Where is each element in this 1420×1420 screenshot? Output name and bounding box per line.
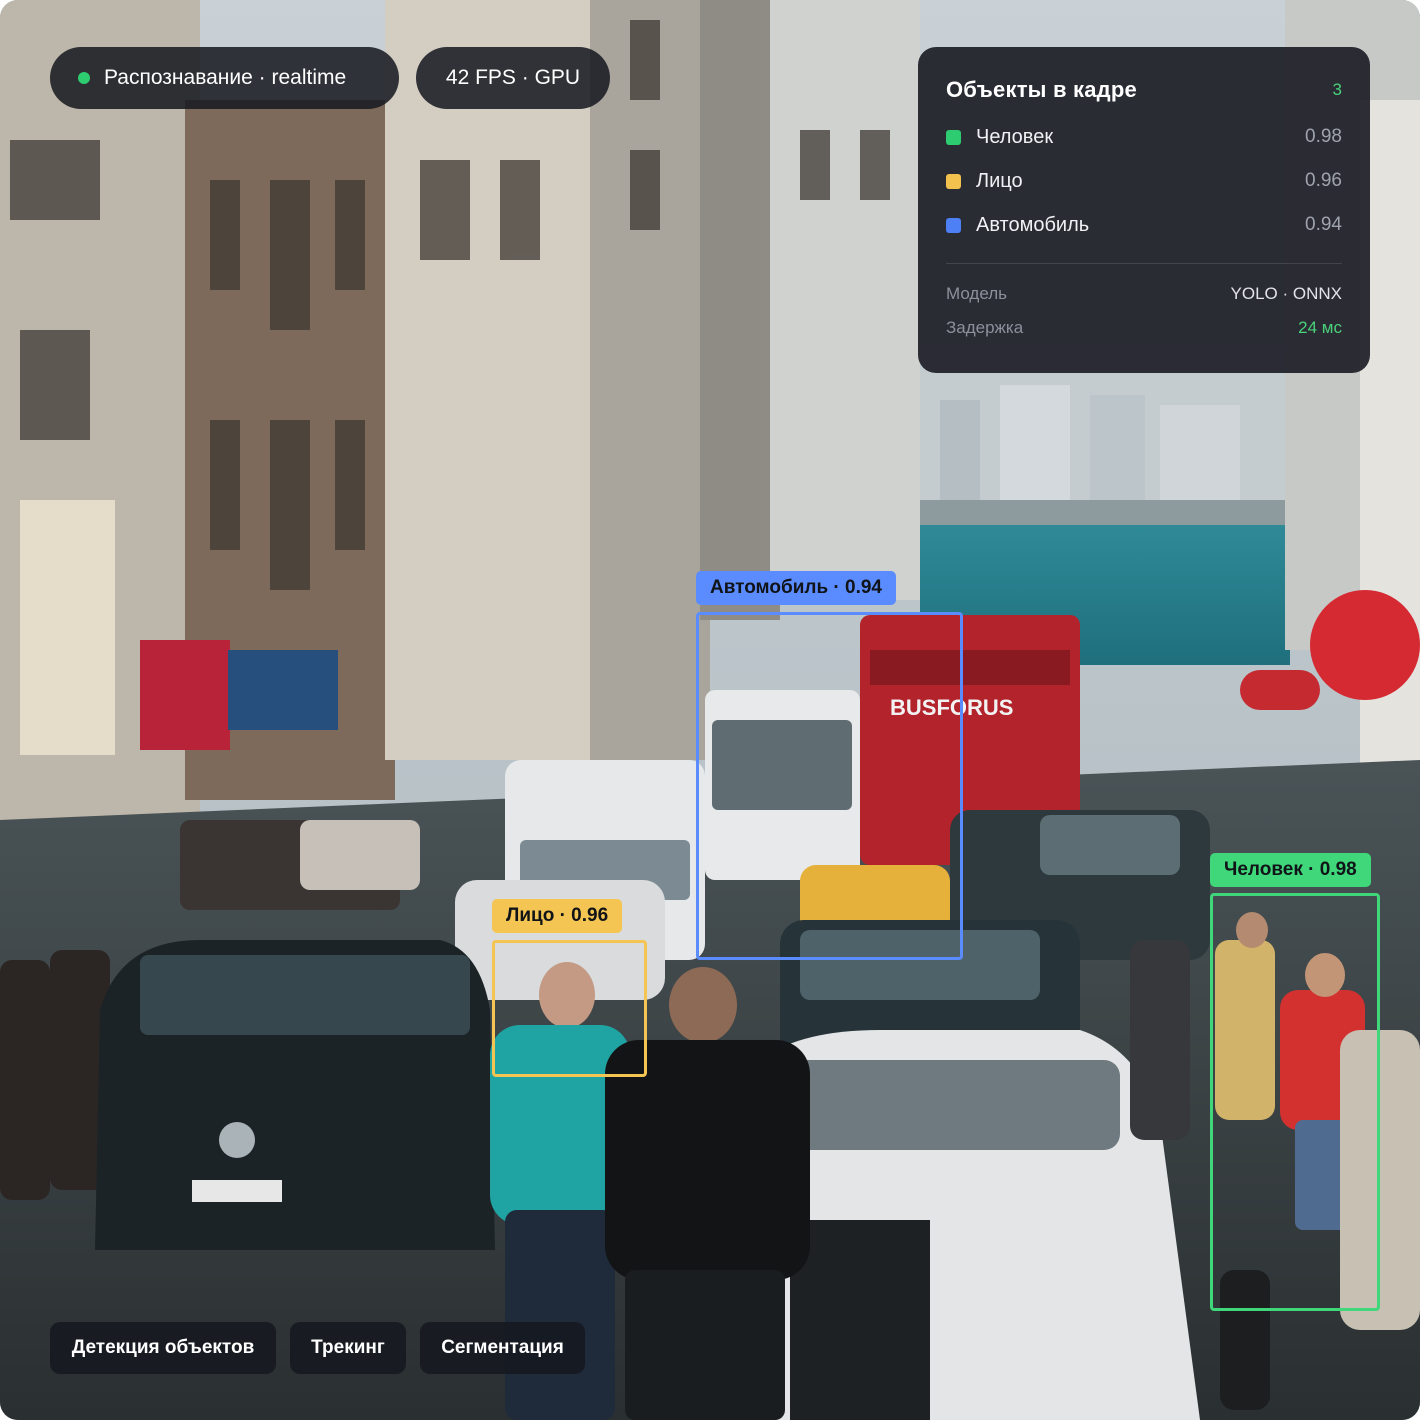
object-score: 0.96: [1305, 170, 1342, 191]
latency-row: Задержка 24 мс: [946, 318, 1342, 352]
model-label: Модель: [946, 284, 1008, 303]
panel-divider: [946, 263, 1342, 264]
recognition-mode-label: Распознавание · realtime: [104, 66, 347, 89]
latency-label: Задержка: [946, 318, 1024, 337]
object-label: Лицо: [976, 169, 1023, 192]
tab-segmentation[interactable]: Сегментация: [420, 1322, 585, 1374]
person-color-swatch: [946, 129, 961, 145]
panel-title: Объекты в кадре: [946, 77, 1137, 102]
face-color-swatch: [946, 173, 961, 189]
objects-in-frame-panel: Объекты в кадре 3 Человек 0.98 Лицо 0.96…: [918, 47, 1370, 373]
camera-frame: BUSFORUS Автомобиль · 0.94 Лицо · 0.96 Ч…: [0, 0, 1420, 1420]
person-bounding-box: [1210, 893, 1380, 1311]
performance-pill: 42 FPS · GPU: [416, 47, 610, 109]
object-row-face[interactable]: Лицо 0.96: [946, 159, 1342, 203]
object-score: 0.98: [1305, 126, 1342, 147]
face-detection-label: Лицо · 0.96: [492, 899, 623, 933]
performance-label: 42 FPS · GPU: [445, 66, 581, 89]
live-indicator-icon: [78, 72, 90, 84]
car-color-swatch: [946, 217, 961, 233]
object-row-car[interactable]: Автомобиль 0.94: [946, 203, 1342, 247]
person-detection-label: Человек · 0.98: [1210, 853, 1371, 887]
object-label: Человек: [976, 125, 1054, 148]
object-row-person[interactable]: Человек 0.98: [946, 115, 1342, 159]
latency-value: 24 мс: [1298, 318, 1342, 337]
tab-tracking[interactable]: Трекинг: [290, 1322, 406, 1374]
tab-object-detection[interactable]: Детекция объектов: [50, 1322, 276, 1374]
object-score: 0.94: [1305, 214, 1342, 235]
car-bounding-box: [696, 612, 963, 960]
model-row: Модель YOLO · ONNX: [946, 284, 1342, 318]
face-bounding-box: [492, 940, 647, 1077]
recognition-mode-pill: Распознавание · realtime: [50, 47, 399, 109]
model-value: YOLO · ONNX: [1230, 284, 1342, 303]
object-count: 3: [1332, 80, 1342, 99]
object-label: Автомобиль: [976, 213, 1090, 236]
car-detection-label: Автомобиль · 0.94: [696, 571, 897, 605]
